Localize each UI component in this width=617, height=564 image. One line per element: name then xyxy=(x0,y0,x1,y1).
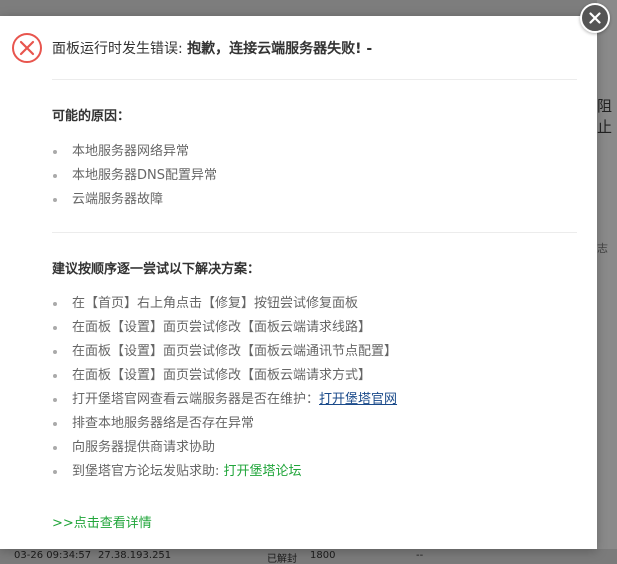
solutions-title: 建议按顺序逐一尝试以下解决方案： xyxy=(52,262,261,277)
close-button[interactable] xyxy=(580,3,610,33)
list-item: 在【首页】右上角点击【修复】按钮尝试修复面板 xyxy=(52,292,397,316)
forum-link[interactable]: 打开堡塔论坛 xyxy=(224,464,302,479)
list-item: 在面板【设置】面页尝试修改【面板云端请求方式】 xyxy=(52,364,397,388)
log-value: 1800 xyxy=(310,550,336,561)
list-item: 在面板【设置】面页尝试修改【面板云端请求线路】 xyxy=(52,316,397,340)
background-page xyxy=(597,0,617,564)
list-item: 向服务器提供商请求协助 xyxy=(52,436,397,460)
list-item: 本地服务器DNS配置异常 xyxy=(52,164,217,188)
log-status: 已解封 xyxy=(267,554,297,564)
background-text-2: 志 xyxy=(597,242,608,255)
divider xyxy=(52,232,577,233)
dialog-title: 面板运行时发生错误: 抱歉，连接云端服务器失败! - xyxy=(52,38,372,58)
dialog-title-message: 抱歉，连接云端服务器失败! - xyxy=(187,41,373,57)
solution-text: 打开堡塔官网查看云端服务器是否在维护： xyxy=(72,392,320,407)
list-item: 到堡塔官方论坛发贴求助: 打开堡塔论坛 xyxy=(52,460,397,484)
official-site-link[interactable]: 打开堡塔官网 xyxy=(319,392,397,407)
dialog-title-prefix: 面板运行时发生错误: xyxy=(52,41,188,57)
reasons-title: 可能的原因： xyxy=(52,109,131,124)
dialog-header: 面板运行时发生错误: 抱歉，连接云端服务器失败! - xyxy=(12,32,577,64)
list-item: 本地服务器网络异常 xyxy=(52,140,217,164)
close-icon xyxy=(589,12,601,24)
list-item: 云端服务器故障 xyxy=(52,188,217,212)
divider xyxy=(52,79,577,80)
reasons-list: 本地服务器网络异常 本地服务器DNS配置异常 云端服务器故障 xyxy=(52,140,217,212)
background-text: 阻止 xyxy=(597,97,613,136)
list-item: 排查本地服务器络是否存在异常 xyxy=(52,412,397,436)
list-item: 打开堡塔官网查看云端服务器是否在维护：打开堡塔官网 xyxy=(52,388,397,412)
solution-text: 到堡塔官方论坛发贴求助: xyxy=(72,464,224,479)
view-details-link[interactable]: >>点击查看详情 xyxy=(52,512,152,531)
log-ip: 27.38.193.251 xyxy=(98,550,172,561)
list-item: 在面板【设置】面页尝试修改【面板云端通讯节点配置】 xyxy=(52,340,397,364)
background-log-row: 03-26 09:34:57 27.38.193.251 已解封 1800 -- xyxy=(0,549,617,564)
error-x-circle-icon xyxy=(12,33,42,63)
solutions-list: 在【首页】右上角点击【修复】按钮尝试修复面板 在面板【设置】面页尝试修改【面板云… xyxy=(52,292,397,484)
log-time: 03-26 09:34:57 xyxy=(14,550,92,561)
log-dash: -- xyxy=(416,550,424,561)
error-dialog: 面板运行时发生错误: 抱歉，连接云端服务器失败! - 可能的原因： 本地服务器网… xyxy=(0,16,597,549)
